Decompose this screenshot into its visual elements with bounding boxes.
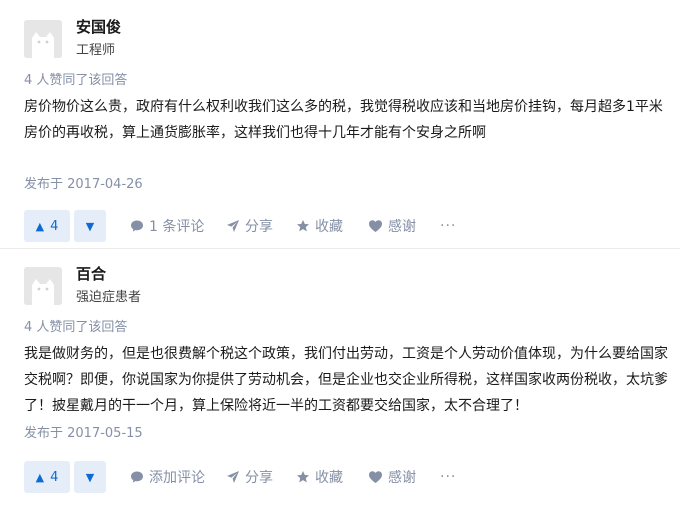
star-icon (296, 470, 310, 484)
divider (0, 248, 680, 249)
answer-item: 百合 强迫症患者 4 人赞同了该回答 我是做财务的，但是也很费解个税这个政策，我… (24, 259, 680, 495)
author-info: 安国俊 工程师 (24, 12, 680, 60)
author-bio: 工程师 (76, 43, 116, 58)
paper-plane-icon (226, 470, 240, 484)
downvote-button[interactable]: ▼ (74, 461, 106, 493)
comment-button[interactable]: 1 条评论 (130, 210, 204, 242)
publish-date[interactable]: 发布于 2017-04-26 (24, 176, 680, 194)
author-bio: 强迫症患者 (76, 290, 142, 305)
heart-icon (368, 219, 383, 233)
heart-icon (368, 470, 383, 484)
comment-bubble-icon (130, 219, 144, 233)
avatar[interactable] (24, 267, 62, 305)
favorite-label: 收藏 (315, 219, 343, 235)
share-button[interactable]: 分享 (226, 461, 273, 493)
avatar[interactable] (24, 20, 62, 58)
comment-label: 1 条评论 (149, 219, 205, 235)
share-label: 分享 (245, 470, 273, 486)
thanks-label: 感谢 (388, 470, 416, 486)
triangle-down-icon: ▼ (85, 219, 95, 233)
comment-label: 添加评论 (149, 470, 205, 486)
favorite-label: 收藏 (315, 470, 343, 486)
default-avatar-icon (24, 20, 62, 58)
paper-plane-icon (226, 219, 240, 233)
more-button[interactable]: ··· (440, 210, 456, 242)
star-icon (296, 219, 310, 233)
favorite-button[interactable]: 收藏 (296, 461, 343, 493)
triangle-up-icon: ▲ (35, 470, 45, 484)
publish-date[interactable]: 发布于 2017-05-15 (24, 425, 680, 443)
share-button[interactable]: 分享 (226, 210, 273, 242)
vote-count-text[interactable]: 4 人赞同了该回答 (24, 72, 680, 90)
downvote-button[interactable]: ▼ (74, 210, 106, 242)
action-bar: ▲ 4 ▼ 1 条评论 分享 收藏 感谢 ··· (24, 210, 680, 244)
triangle-down-icon: ▼ (85, 470, 95, 484)
favorite-button[interactable]: 收藏 (296, 210, 343, 242)
thanks-button[interactable]: 感谢 (368, 210, 416, 242)
author-info: 百合 强迫症患者 (24, 259, 680, 307)
default-avatar-icon (24, 267, 62, 305)
share-label: 分享 (245, 219, 273, 235)
comment-bubble-icon (130, 470, 144, 484)
thanks-label: 感谢 (388, 219, 416, 235)
author-name[interactable]: 安国俊 (76, 18, 121, 36)
answer-item: 安国俊 工程师 4 人赞同了该回答 房价物价这么贵，政府有什么权利收我们这么多的… (24, 12, 680, 244)
ellipsis-icon: ··· (440, 469, 457, 485)
thanks-button[interactable]: 感谢 (368, 461, 416, 493)
comment-button[interactable]: 添加评论 (130, 461, 205, 493)
upvote-button[interactable]: ▲ 4 (24, 461, 70, 493)
answer-content: 房价物价这么贵，政府有什么权利收我们这么多的税，我觉得税收应该和当地房价挂钩，每… (24, 99, 663, 141)
ellipsis-icon: ··· (440, 218, 457, 234)
answer-content: 我是做财务的，但是也很费解个税这个政策，我们付出劳动，工资是个人劳动价值体现，为… (24, 346, 668, 414)
upvote-count: 4 (50, 469, 59, 485)
vote-count-text[interactable]: 4 人赞同了该回答 (24, 319, 680, 337)
upvote-button[interactable]: ▲ 4 (24, 210, 70, 242)
author-name[interactable]: 百合 (76, 265, 106, 283)
action-bar: ▲ 4 ▼ 添加评论 分享 收藏 感谢 ··· (24, 461, 680, 495)
upvote-count: 4 (50, 218, 59, 234)
triangle-up-icon: ▲ (35, 219, 45, 233)
more-button[interactable]: ··· (440, 461, 456, 493)
